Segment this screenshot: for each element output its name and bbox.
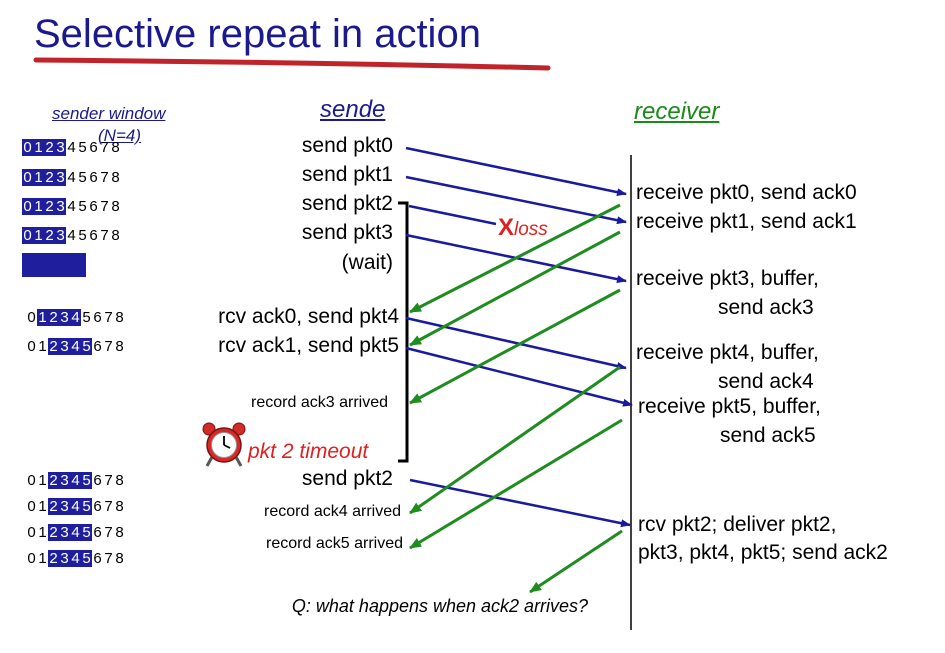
arrow-ack1	[409, 230, 621, 347]
arrow-pkt0	[405, 146, 627, 197]
arrow-pkt1	[405, 175, 627, 225]
arrow-pkt2-lost	[408, 204, 497, 226]
arrow-ack2	[529, 529, 623, 594]
arrow-pkt2-resend	[409, 478, 631, 528]
arrow-ack3	[409, 288, 621, 405]
alarm-clock-icon	[202, 422, 246, 467]
arrow-pkt5	[405, 346, 633, 407]
title-underline	[33, 57, 551, 71]
sequence-diagram-lines	[33, 57, 633, 630]
arrow-ack0	[409, 203, 621, 314]
arrow-pkt4	[405, 316, 627, 370]
timer-bracket	[398, 201, 409, 463]
